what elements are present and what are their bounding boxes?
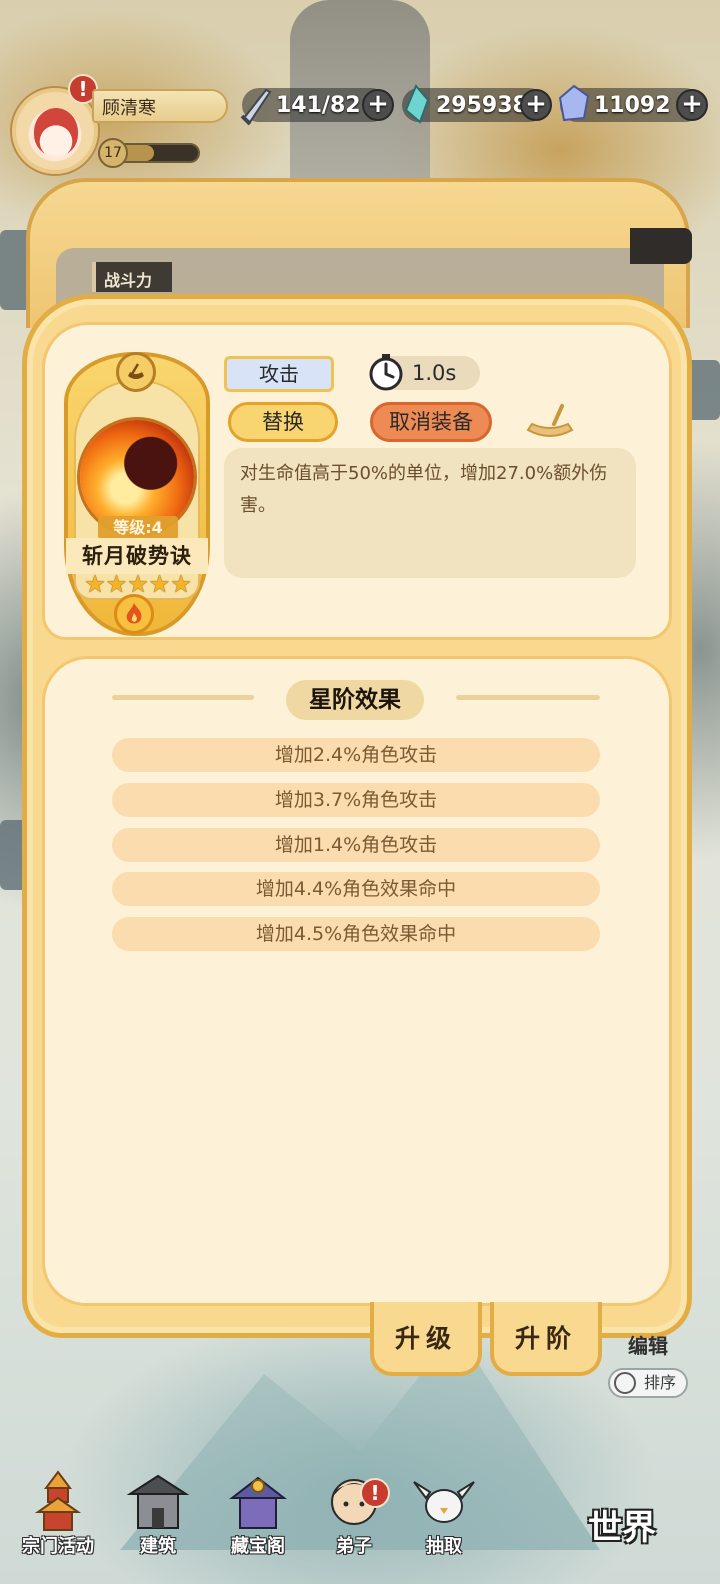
nav-label: 宗门活动 bbox=[22, 1536, 94, 1557]
skill-type-tag: 攻击 bbox=[224, 356, 334, 392]
skill-description: 对生命值高于50%的单位，增加27.0%额外伤害。 bbox=[224, 448, 636, 578]
nav-sect-activity[interactable]: 宗门活动 bbox=[12, 1464, 104, 1564]
treasure-pavilion-icon bbox=[229, 1476, 287, 1529]
crystal-value: 11092 bbox=[594, 92, 671, 118]
disciple-alert-badge: ! bbox=[360, 1478, 390, 1508]
title-divider-left bbox=[112, 695, 254, 700]
sweep-icon bbox=[526, 404, 574, 437]
nav-disciples[interactable]: 弟子 bbox=[308, 1464, 400, 1564]
star-effects-title: 星阶效果 bbox=[286, 680, 424, 720]
sword-technique-icon bbox=[116, 352, 156, 392]
nav-label: 抽取 bbox=[426, 1536, 462, 1557]
star-effect-row: 增加1.4%角色攻击 bbox=[112, 828, 600, 862]
skill-name: 斩月破势诀 bbox=[66, 538, 208, 574]
skill-star-rating: ★★★★★ bbox=[84, 570, 192, 598]
building-icon bbox=[126, 1474, 190, 1529]
crystal-counter: 11092 + bbox=[558, 84, 708, 122]
stamina-value: 141/82 bbox=[276, 92, 361, 118]
crystal-icon bbox=[558, 84, 590, 122]
jade-counter: 295938 + bbox=[402, 84, 552, 124]
star-effect-row: 增加4.4%角色效果命中 bbox=[112, 872, 600, 906]
sword-icon bbox=[240, 88, 272, 126]
nav-building[interactable]: 建筑 bbox=[112, 1464, 204, 1564]
combat-power-tab: 战斗力 bbox=[92, 262, 172, 292]
crane-icon bbox=[413, 1481, 475, 1523]
title-divider-right bbox=[456, 695, 600, 700]
jade-icon bbox=[404, 84, 430, 124]
sort-icon bbox=[614, 1372, 636, 1394]
add-stamina-button[interactable]: + bbox=[362, 89, 394, 121]
player-name: 顾清寒 bbox=[92, 89, 228, 123]
avatar-portrait bbox=[34, 108, 78, 156]
unequip-button[interactable]: 取消装备 bbox=[370, 402, 492, 442]
star-effect-row: 增加3.7%角色攻击 bbox=[112, 783, 600, 817]
upgrade-button[interactable]: 升级 bbox=[370, 1302, 482, 1376]
jade-value: 295938 bbox=[436, 92, 528, 118]
star-effect-row: 增加4.5%角色效果命中 bbox=[112, 917, 600, 951]
pagoda-icon bbox=[34, 1470, 82, 1531]
fire-element-icon bbox=[114, 594, 154, 634]
stamina-counter: 141/82 + bbox=[240, 88, 394, 126]
world-map-button[interactable]: 世界 bbox=[588, 1500, 688, 1560]
replace-button[interactable]: 替换 bbox=[228, 402, 338, 442]
nav-label: 弟子 bbox=[336, 1536, 372, 1557]
edit-button[interactable]: 编辑 bbox=[628, 1330, 708, 1359]
nav-draw[interactable]: 抽取 bbox=[398, 1464, 490, 1564]
panel-side-tab bbox=[630, 228, 692, 264]
skill-level: 等级:4 bbox=[98, 516, 178, 540]
nav-label: 建筑 bbox=[140, 1536, 176, 1557]
add-crystal-button[interactable]: + bbox=[676, 89, 708, 121]
star-effect-row: 增加2.4%角色攻击 bbox=[112, 738, 600, 772]
player-level-badge: 17 bbox=[98, 138, 128, 168]
nav-treasure-pavilion[interactable]: 藏宝阁 bbox=[212, 1464, 304, 1564]
add-jade-button[interactable]: + bbox=[520, 89, 552, 121]
clock-icon bbox=[369, 354, 403, 391]
ascend-button[interactable]: 升阶 bbox=[490, 1302, 602, 1376]
nav-label: 藏宝阁 bbox=[231, 1536, 285, 1557]
